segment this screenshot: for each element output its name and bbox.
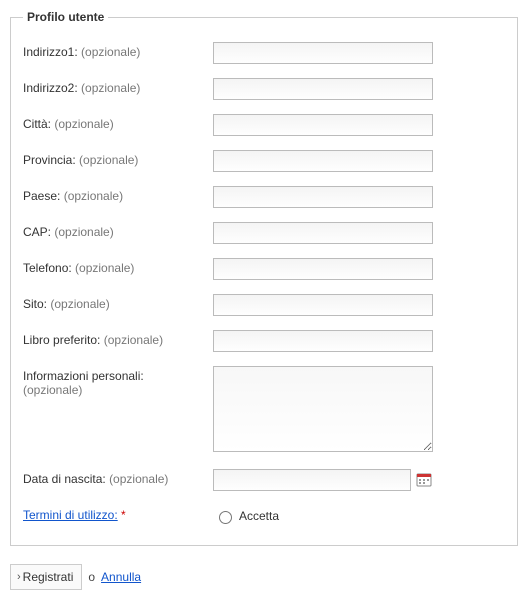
label-address2: Indirizzo2: (opzionale) [23, 78, 213, 95]
label-text: Telefono: [23, 261, 72, 275]
optional-hint: (opzionale) [54, 117, 113, 131]
user-profile-fieldset: Profilo utente Indirizzo1: (opzionale) I… [10, 10, 518, 546]
form-footer: › Registrati o Annulla [10, 564, 518, 590]
optional-hint: (opzionale) [109, 472, 168, 486]
label-text: Città: [23, 117, 51, 131]
zip-input[interactable] [213, 222, 433, 244]
address1-input[interactable] [213, 42, 433, 64]
label-text: Provincia: [23, 153, 76, 167]
field-row-address2: Indirizzo2: (opzionale) [23, 78, 505, 100]
optional-hint: (opzionale) [81, 45, 140, 59]
accept-label: Accetta [239, 509, 279, 523]
label-text: Sito: [23, 297, 47, 311]
country-input[interactable] [213, 186, 433, 208]
label-personal: Informazioni personali: (opzionale) [23, 366, 213, 397]
dob-input[interactable] [213, 469, 411, 491]
register-button[interactable]: › Registrati [10, 564, 82, 590]
label-address1: Indirizzo1: (opzionale) [23, 42, 213, 59]
label-dob: Data di nascita: (opzionale) [23, 469, 213, 486]
field-row-terms: Termini di utilizzo: * Accetta [23, 505, 505, 527]
field-row-city: Città: (opzionale) [23, 114, 505, 136]
or-text: o [88, 570, 95, 584]
calendar-icon[interactable] [415, 471, 433, 489]
label-site: Sito: (opzionale) [23, 294, 213, 311]
label-text: Indirizzo1: [23, 45, 78, 59]
optional-hint: (opzionale) [64, 189, 123, 203]
optional-hint: (opzionale) [81, 81, 140, 95]
label-text: Indirizzo2: [23, 81, 78, 95]
label-text: Data di nascita: [23, 472, 106, 486]
field-row-site: Sito: (opzionale) [23, 294, 505, 316]
optional-hint: (opzionale) [50, 297, 109, 311]
accept-radio[interactable] [219, 511, 232, 524]
personal-textarea[interactable] [213, 366, 433, 452]
label-city: Città: (opzionale) [23, 114, 213, 131]
optional-hint: (opzionale) [75, 261, 134, 275]
label-zip: CAP: (opzionale) [23, 222, 213, 239]
label-phone: Telefono: (opzionale) [23, 258, 213, 275]
site-input[interactable] [213, 294, 433, 316]
phone-input[interactable] [213, 258, 433, 280]
chevron-right-icon: › [17, 571, 21, 583]
field-row-country: Paese: (opzionale) [23, 186, 505, 208]
label-text: Informazioni personali: [23, 369, 144, 383]
optional-hint: (opzionale) [54, 225, 113, 239]
field-row-province: Provincia: (opzionale) [23, 150, 505, 172]
terms-link[interactable]: Termini di utilizzo: [23, 508, 118, 522]
label-text: Libro preferito: [23, 333, 100, 347]
optional-hint: (opzionale) [23, 383, 82, 397]
field-row-address1: Indirizzo1: (opzionale) [23, 42, 505, 64]
province-input[interactable] [213, 150, 433, 172]
field-row-dob: Data di nascita: (opzionale) [23, 469, 505, 491]
field-row-personal: Informazioni personali: (opzionale) [23, 366, 505, 455]
field-row-phone: Telefono: (opzionale) [23, 258, 505, 280]
required-mark: * [121, 508, 126, 522]
favbook-input[interactable] [213, 330, 433, 352]
label-text: CAP: [23, 225, 51, 239]
cancel-link[interactable]: Annulla [101, 570, 141, 584]
address2-input[interactable] [213, 78, 433, 100]
label-favbook: Libro preferito: (opzionale) [23, 330, 213, 347]
label-province: Provincia: (opzionale) [23, 150, 213, 167]
field-row-zip: CAP: (opzionale) [23, 222, 505, 244]
field-row-favbook: Libro preferito: (opzionale) [23, 330, 505, 352]
optional-hint: (opzionale) [104, 333, 163, 347]
fieldset-legend: Profilo utente [23, 10, 108, 24]
label-text: Paese: [23, 189, 60, 203]
city-input[interactable] [213, 114, 433, 136]
label-country: Paese: (opzionale) [23, 186, 213, 203]
register-button-label: Registrati [23, 570, 74, 584]
label-terms: Termini di utilizzo: * [23, 505, 213, 522]
optional-hint: (opzionale) [79, 153, 138, 167]
